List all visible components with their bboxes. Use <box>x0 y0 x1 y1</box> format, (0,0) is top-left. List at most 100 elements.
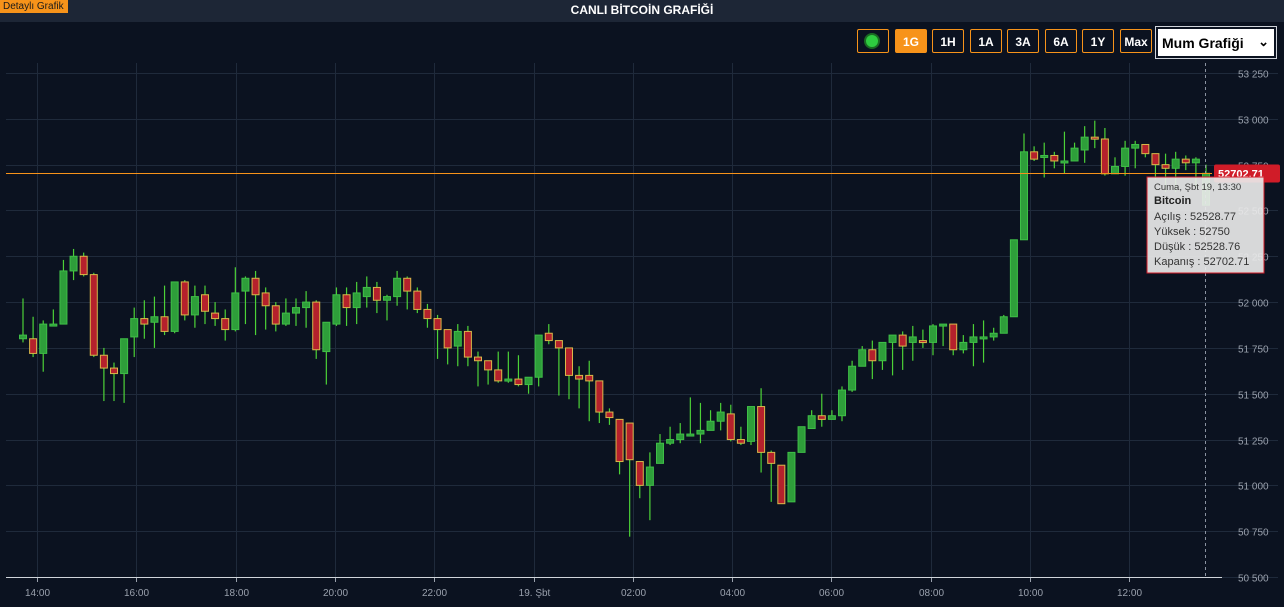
candle-body <box>959 341 968 351</box>
candle-body <box>211 312 220 320</box>
candle <box>999 314 1008 334</box>
tooltip-close: Kapanış : 52702.71 <box>1154 256 1249 268</box>
x-tick-label: 18:00 <box>224 588 249 599</box>
x-tick-label: 02:00 <box>621 588 646 599</box>
candle-body <box>949 323 958 351</box>
candle-body <box>858 349 867 367</box>
candle-body <box>1171 158 1180 169</box>
candle <box>787 451 796 503</box>
x-tick-label: 10:00 <box>1018 588 1043 599</box>
candle-body <box>160 316 169 332</box>
candle <box>595 380 604 424</box>
y-tick-label: 51 500 <box>1238 391 1269 402</box>
candle <box>878 341 887 370</box>
candle-body <box>393 277 402 298</box>
candle <box>969 324 978 367</box>
candle-body <box>190 296 199 316</box>
candle <box>251 270 260 336</box>
x-tick-label: 12:00 <box>1117 588 1142 599</box>
candle-body <box>332 294 341 325</box>
candle <box>221 309 230 341</box>
candle <box>635 461 644 499</box>
tooltip-open: Açılış : 52528.77 <box>1154 211 1236 223</box>
candle-body <box>878 341 887 362</box>
candle-body <box>888 334 897 343</box>
y-tick-label: 51 750 <box>1238 345 1269 356</box>
candle <box>99 347 108 402</box>
candle <box>827 410 836 420</box>
candle <box>170 281 179 334</box>
candle <box>89 272 98 358</box>
candle <box>656 434 664 464</box>
candle-body <box>59 270 68 325</box>
candle <box>686 397 695 437</box>
candlestick-chart[interactable]: 53 25053 00052 75052 50052 25052 00051 7… <box>0 0 1284 607</box>
candle-body <box>1080 136 1089 151</box>
candle <box>180 280 189 321</box>
candle-body <box>79 255 88 276</box>
x-tick-label: 20:00 <box>323 588 348 599</box>
candle-body <box>898 334 907 347</box>
candle <box>322 321 331 385</box>
y-tick-label: 51 000 <box>1238 482 1269 493</box>
candle-body <box>89 274 98 356</box>
candle <box>423 303 432 328</box>
candle-body <box>150 316 159 323</box>
candle <box>120 338 129 403</box>
candle <box>383 294 391 321</box>
candle-body <box>120 338 129 375</box>
y-axis: 53 25053 00052 75052 50052 25052 00051 7… <box>1238 70 1269 585</box>
candle <box>696 402 705 444</box>
candle <box>645 452 654 521</box>
candle <box>615 418 624 475</box>
candle <box>726 404 735 442</box>
candle-body <box>999 316 1008 334</box>
candle-body <box>1121 147 1130 167</box>
candle <box>1080 126 1089 163</box>
candle <box>49 309 58 327</box>
candle-body <box>474 356 482 362</box>
candle-body <box>514 378 523 386</box>
candle-body <box>69 255 78 272</box>
candle <box>39 320 48 372</box>
x-tick-label: 08:00 <box>919 588 944 599</box>
candle-body <box>1141 143 1150 155</box>
candle-body <box>130 318 139 338</box>
candle <box>140 300 149 339</box>
candle <box>817 393 826 427</box>
candle <box>565 347 573 400</box>
candle <box>190 285 199 328</box>
candle-body <box>372 286 381 301</box>
candle-body <box>494 369 503 382</box>
candle-body <box>443 329 452 349</box>
candle <box>767 450 776 502</box>
candle-body <box>1009 239 1018 318</box>
candle <box>372 281 381 314</box>
candle <box>1070 142 1079 162</box>
candle <box>1060 131 1069 174</box>
x-tick-label: 06:00 <box>819 588 844 599</box>
x-tick-label: 14:00 <box>25 588 50 599</box>
candle-body <box>281 312 290 325</box>
candle-body <box>827 415 836 420</box>
candle-body <box>787 451 796 503</box>
candle-body <box>231 292 240 331</box>
candle <box>302 291 311 328</box>
candle <box>858 346 867 367</box>
candle-body <box>1040 154 1049 158</box>
candle-body <box>261 292 270 307</box>
candle <box>413 287 422 314</box>
candle-body <box>180 281 189 316</box>
candle <box>959 335 968 354</box>
candle-body <box>585 374 594 382</box>
candle-body <box>554 340 563 349</box>
candle-body <box>615 418 624 463</box>
candle <box>736 426 745 446</box>
candle-body <box>686 433 695 437</box>
candle-body <box>575 374 584 380</box>
candle-body <box>868 349 877 362</box>
candle <box>494 351 503 383</box>
candle-body <box>797 426 806 453</box>
candle <box>504 351 513 383</box>
candle-body <box>767 451 776 464</box>
